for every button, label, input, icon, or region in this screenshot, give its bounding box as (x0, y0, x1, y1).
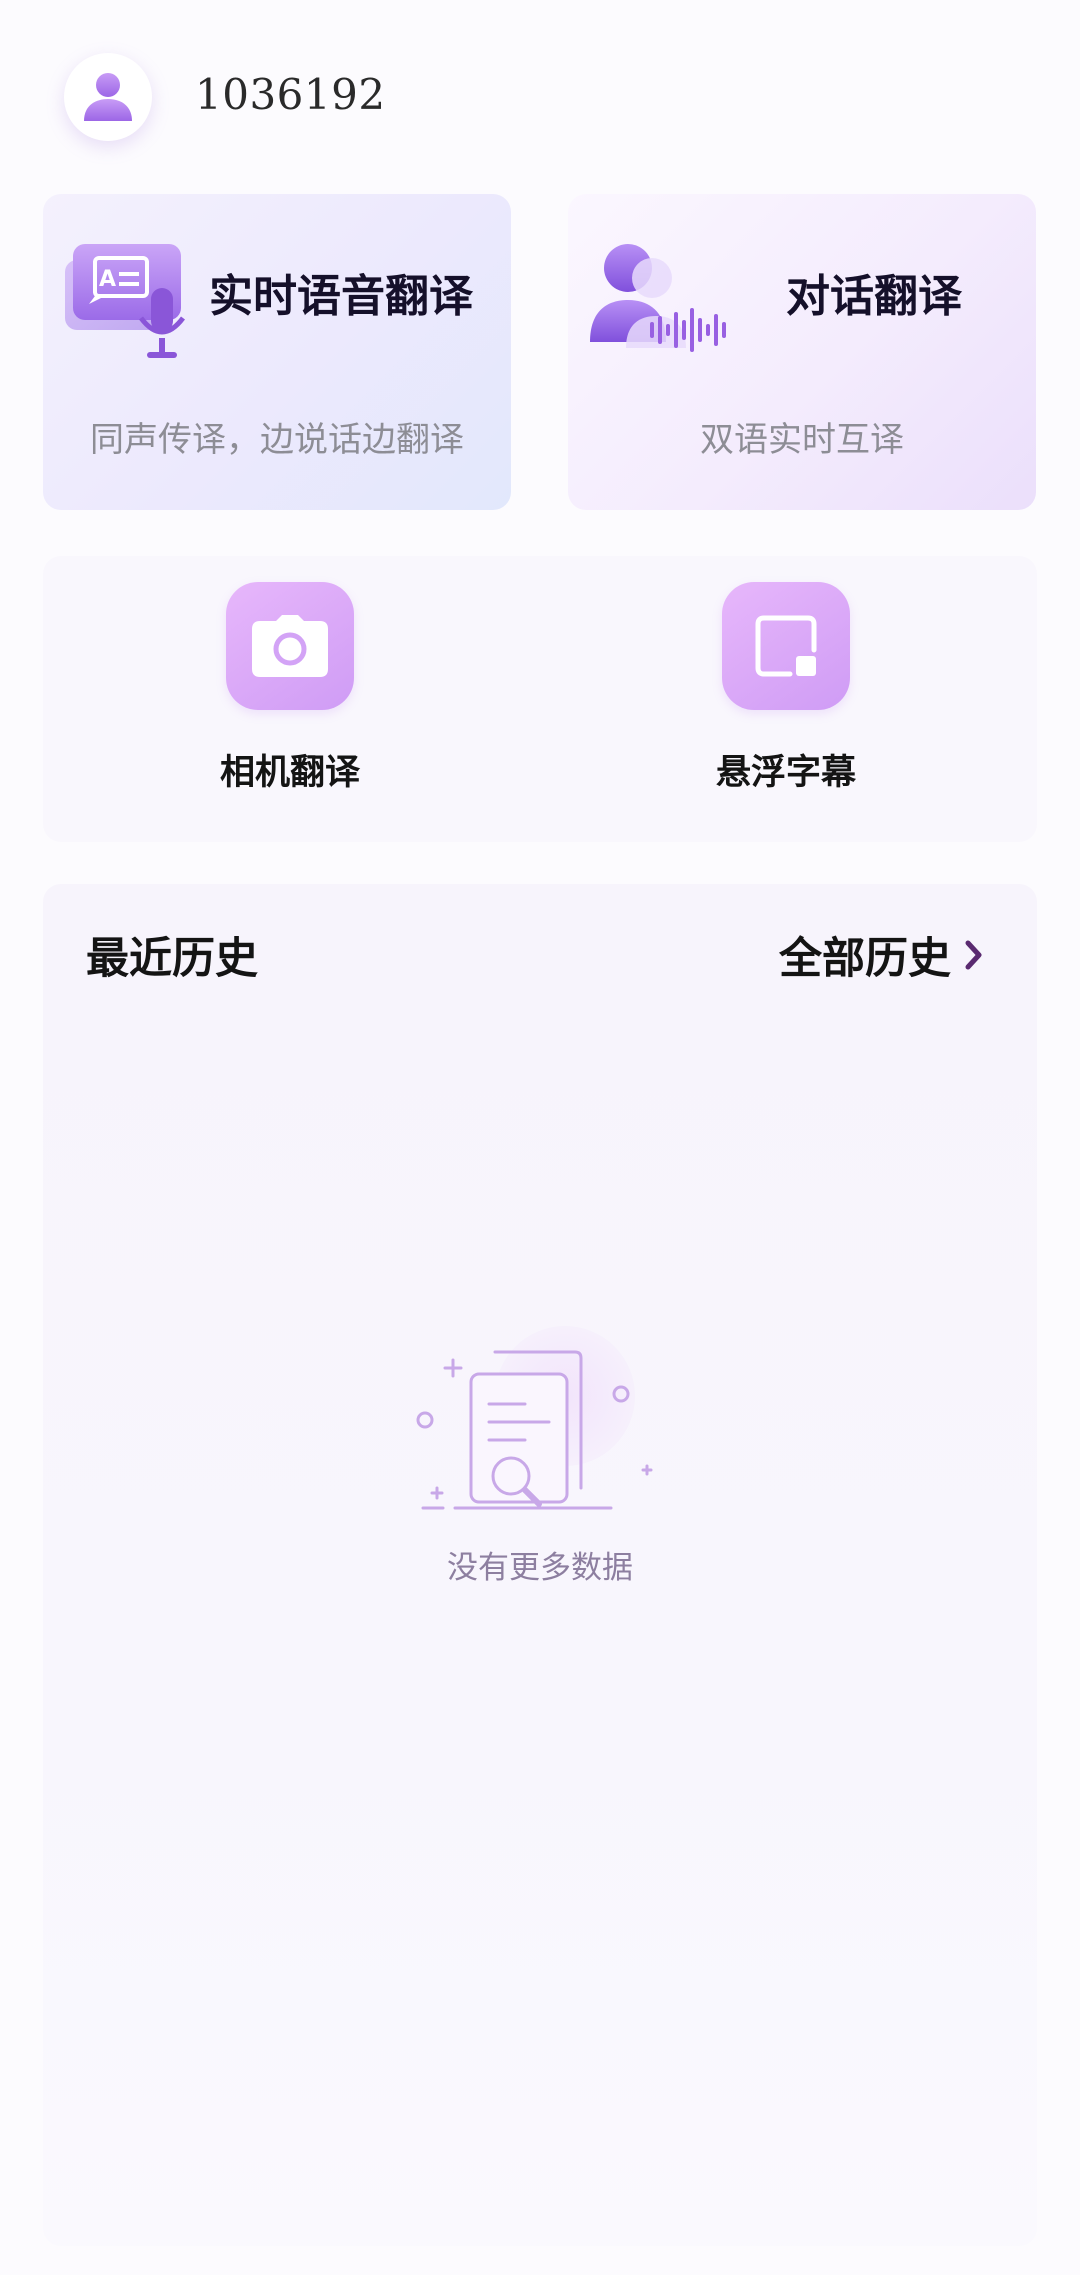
camera-icon (226, 582, 354, 710)
card-subtitle: 同声传译，边说话边翻译 (90, 420, 464, 460)
empty-state: 没有更多数据 (43, 1324, 1037, 1587)
dialog-translation-card[interactable]: 对话翻译 双语实时互译 (568, 194, 1036, 510)
user-id: 1036192 (195, 70, 386, 119)
history-title: 最近历史 (86, 934, 258, 984)
recent-history-panel: 最近历史 全部历史 没有更多数据 (43, 884, 1037, 2246)
chevron-right-icon (965, 940, 982, 970)
empty-state-text: 没有更多数据 (447, 1550, 633, 1586)
empty-documents-icon (416, 1326, 653, 1510)
voice-translation-icon: A (65, 244, 185, 358)
tools-panel: 相机翻译 悬浮字幕 (43, 556, 1037, 842)
svg-text:A: A (99, 267, 116, 292)
all-history-label: 全部历史 (779, 934, 951, 984)
card-title: 实时语音翻译 (209, 271, 473, 322)
dialog-translation-icon (590, 244, 726, 352)
camera-translation-button[interactable]: 相机翻译 (190, 582, 390, 812)
tool-label: 相机翻译 (219, 752, 360, 793)
floating-window-icon (722, 582, 850, 710)
tool-label: 悬浮字幕 (715, 752, 856, 793)
card-subtitle: 双语实时互译 (700, 420, 904, 460)
floating-subtitle-button[interactable]: 悬浮字幕 (686, 582, 886, 812)
user-icon (84, 73, 132, 121)
header: 1036192 (0, 0, 1080, 190)
realtime-voice-translation-card[interactable]: A 实时语音翻译 同声传译，边说话边翻译 (43, 194, 511, 510)
avatar[interactable] (64, 53, 152, 141)
all-history-link[interactable]: 全部历史 (779, 924, 985, 986)
card-title: 对话翻译 (786, 271, 962, 322)
